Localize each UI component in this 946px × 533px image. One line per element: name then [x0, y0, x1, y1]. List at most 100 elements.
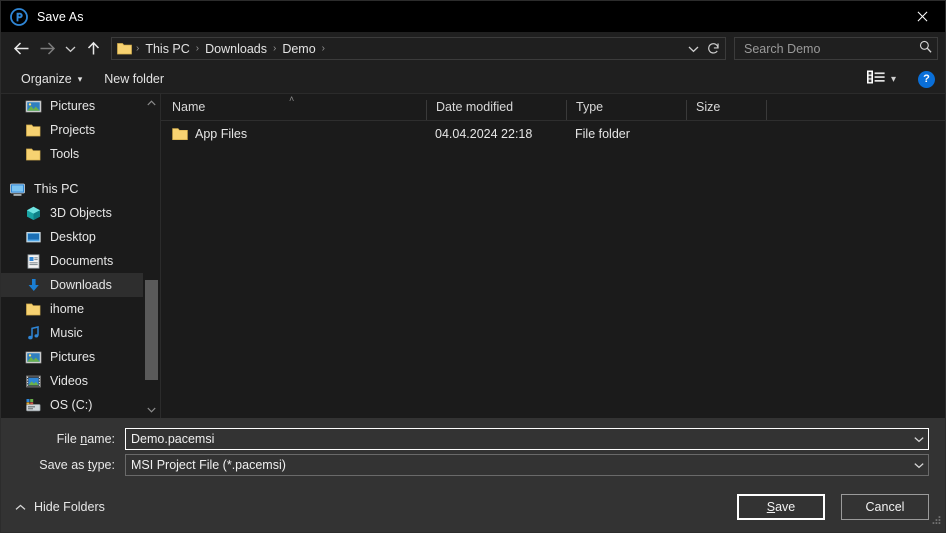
forward-button[interactable] — [34, 36, 60, 62]
help-button[interactable]: ? — [918, 70, 935, 88]
up-arrow-icon — [87, 41, 99, 55]
sidebar-item-label: OS (C:) — [50, 398, 93, 412]
sidebar-item-label: Videos — [50, 374, 88, 388]
os-drive-icon — [25, 397, 42, 414]
music-icon — [25, 325, 42, 342]
breadcrumb-tools — [683, 38, 723, 59]
list-view-icon — [866, 70, 885, 89]
chevron-down-icon — [147, 407, 156, 413]
breadcrumb-separator-1: › — [195, 43, 200, 54]
save-button[interactable]: Save — [737, 493, 825, 520]
sidebar-item-ihome[interactable]: ihome — [1, 297, 143, 321]
hide-folders-label: Hide Folders — [34, 499, 105, 514]
save-as-type-label: Save as type: — [17, 458, 125, 472]
breadcrumb-separator-0: › — [136, 43, 140, 54]
chevron-down-icon — [913, 462, 924, 468]
breadcrumb-item-downloads[interactable]: Downloads — [200, 42, 272, 56]
resize-grip-icon[interactable] — [930, 512, 942, 530]
sidebar-scrollbar[interactable] — [143, 94, 160, 418]
organize-button[interactable]: Organize ▾ — [15, 69, 88, 89]
documents-icon — [25, 253, 42, 270]
folder-icon — [25, 122, 42, 139]
save-form-area: File name: Demo.pacemsi Save as type: MS… — [1, 418, 945, 481]
navigation-sidebar: Pictures Projects Tools This PC 3D Objec… — [1, 94, 161, 418]
organize-label: Organize — [21, 72, 72, 86]
sidebar-item-desktop[interactable]: Desktop — [1, 225, 143, 249]
column-header-label: Date modified — [436, 100, 514, 114]
hide-folders-button[interactable]: Hide Folders — [15, 500, 105, 514]
sidebar-item-music[interactable]: Music — [1, 321, 143, 345]
sidebar-item-label: Documents — [50, 254, 114, 268]
file-name-dropdown-button[interactable] — [909, 429, 928, 449]
column-header-label: Type — [576, 100, 604, 114]
sidebar-item-label: Tools — [50, 147, 80, 161]
window-title: Save As — [37, 9, 84, 24]
help-label: ? — [923, 73, 930, 85]
file-name-combobox[interactable]: Demo.pacemsi — [125, 428, 929, 450]
path-dropdown-button[interactable] — [683, 38, 703, 59]
sidebar-item-downloads[interactable]: Downloads — [1, 273, 143, 297]
column-header-date-modified[interactable]: Date modified — [426, 100, 566, 120]
title-bar: Save As — [1, 1, 945, 32]
sidebar-item-tools[interactable]: Tools — [1, 142, 143, 166]
save-button-accel: S — [766, 499, 776, 514]
chevron-down-icon — [913, 436, 924, 442]
new-folder-label: New folder — [104, 72, 165, 86]
sidebar-item-pictures[interactable]: Pictures — [1, 345, 143, 369]
refresh-button[interactable] — [703, 38, 723, 59]
file-name-label-post: ame: — [87, 432, 115, 446]
scroll-up-button[interactable] — [143, 94, 160, 111]
sidebar-item-label: Pictures — [50, 350, 96, 364]
search-box[interactable] — [734, 37, 938, 60]
search-icon[interactable] — [919, 40, 932, 58]
chevron-up-icon — [15, 500, 26, 514]
change-view-button[interactable]: ▾ — [863, 67, 900, 92]
file-name-label: App Files — [195, 127, 248, 141]
save-as-type-value: MSI Project File (*.pacemsi) — [131, 458, 286, 472]
sidebar-item-this-pc[interactable]: This PC — [1, 177, 143, 201]
save-as-type-dropdown-button[interactable] — [909, 455, 928, 475]
save-as-dialog: Save As › This PC › Downloads › Demo › S… — [0, 0, 946, 533]
file-name-label: File name: — [17, 432, 125, 446]
sidebar-item-projects[interactable]: Projects — [1, 118, 143, 142]
file-rows: App Files 04.04.2024 22:18 File folder — [161, 121, 945, 418]
sidebar-item-label: 3D Objects — [50, 206, 112, 220]
sidebar-item-os-drive[interactable]: OS (C:) — [1, 393, 143, 417]
search-input[interactable] — [742, 40, 919, 57]
column-header-label: Name — [172, 100, 206, 114]
sidebar-item-label: Downloads — [50, 278, 112, 292]
sidebar-item-3d-objects[interactable]: 3D Objects — [1, 201, 143, 225]
pictures-icon — [25, 349, 42, 366]
recent-locations-button[interactable] — [60, 36, 80, 62]
column-header-size[interactable]: Size — [686, 100, 766, 120]
cell-name: App Files — [161, 127, 426, 141]
column-header-type[interactable]: Type — [566, 100, 686, 120]
file-name-value[interactable]: Demo.pacemsi — [131, 432, 909, 446]
sidebar-item-pictures-quick[interactable]: Pictures — [1, 94, 143, 118]
navigation-bar: › This PC › Downloads › Demo › — [1, 32, 945, 65]
close-icon — [917, 11, 927, 22]
table-row[interactable]: App Files 04.04.2024 22:18 File folder — [161, 121, 945, 147]
save-as-type-combobox[interactable]: MSI Project File (*.pacemsi) — [125, 454, 929, 476]
breadcrumb-item-demo[interactable]: Demo — [277, 42, 320, 56]
scrollbar-thumb[interactable] — [145, 280, 158, 380]
sidebar-item-videos[interactable]: Videos — [1, 369, 143, 393]
sidebar-item-documents[interactable]: Documents — [1, 249, 143, 273]
refresh-icon — [707, 43, 719, 54]
scroll-down-button[interactable] — [143, 401, 160, 418]
column-header-row: Name Date modified Type Size ˄ — [161, 94, 945, 121]
breadcrumb-bar[interactable]: › This PC › Downloads › Demo › — [111, 37, 726, 60]
new-folder-button[interactable]: New folder — [98, 69, 170, 89]
close-button[interactable] — [899, 1, 945, 32]
breadcrumb-item-this-pc[interactable]: This PC — [140, 42, 194, 56]
breadcrumb-separator-2: › — [272, 43, 277, 54]
up-button[interactable] — [80, 36, 106, 62]
save-as-type-label-post: ype: — [91, 458, 115, 472]
sidebar-item-label: Projects — [50, 123, 96, 137]
cancel-button[interactable]: Cancel — [841, 493, 929, 520]
dialog-content: Pictures Projects Tools This PC 3D Objec… — [1, 94, 945, 418]
sidebar-item-label: Desktop — [50, 230, 96, 244]
column-header-filler — [766, 100, 945, 120]
back-button[interactable] — [8, 36, 34, 62]
